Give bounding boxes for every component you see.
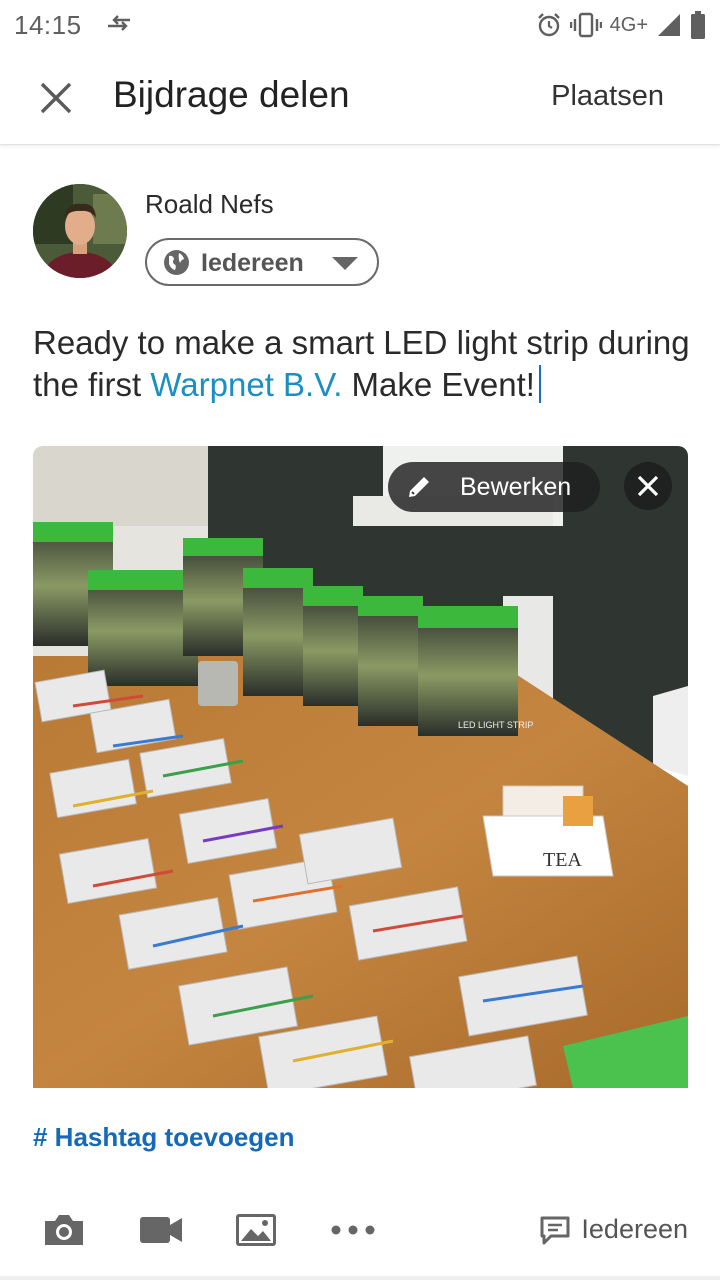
signal-icon (658, 14, 680, 36)
post-text-input[interactable]: Ready to make a smart LED light strip du… (33, 322, 703, 406)
vibrate-icon (569, 12, 602, 38)
camera-icon (45, 1215, 83, 1245)
close-icon (637, 475, 659, 497)
avatar-image (33, 184, 127, 278)
app-header: Bijdrage delen Plaatsen (0, 50, 720, 145)
avatar (33, 184, 127, 278)
attached-photo[interactable]: LED LIGHT STRIP TEA (33, 446, 688, 1088)
text-cursor (538, 365, 541, 403)
network-type: 4G+ (609, 13, 648, 36)
company-mention[interactable]: Warpnet B.V. (150, 366, 342, 403)
post-text-after: Make Event! (342, 366, 535, 403)
visibility-selector[interactable]: Iedereen (145, 238, 379, 286)
comment-visibility-label: Iedereen (581, 1214, 688, 1244)
video-button[interactable] (138, 1210, 184, 1250)
photo-scene: LED LIGHT STRIP TEA (33, 446, 688, 1088)
tea-label: TEA (543, 849, 582, 871)
pencil-icon (409, 477, 429, 497)
status-icons: 4G+ (536, 10, 706, 40)
bottom-toolbar: Iedereen (0, 1196, 720, 1270)
add-hashtag-link[interactable]: # Hashtag toevoegen (33, 1122, 295, 1153)
status-bar: 14:15 4G+ (0, 0, 720, 50)
camera-button[interactable] (42, 1210, 86, 1250)
photo-button[interactable] (235, 1210, 277, 1250)
globe-icon (164, 250, 189, 275)
close-icon (40, 82, 72, 114)
close-button[interactable] (34, 76, 78, 120)
post-button[interactable]: Plaatsen (551, 80, 664, 113)
chevron-down-icon (332, 257, 358, 270)
box-label: LED LIGHT STRIP (458, 720, 533, 730)
alarm-icon (537, 13, 560, 37)
page-title: Bijdrage delen (113, 74, 350, 115)
visibility-label: Iedereen (201, 249, 304, 277)
more-icon (331, 1225, 375, 1235)
comment-visibility-button[interactable]: Iedereen (539, 1214, 688, 1245)
metal-cup (198, 661, 238, 706)
video-icon (140, 1217, 182, 1243)
bottom-divider (0, 1276, 720, 1280)
battery-icon (691, 11, 705, 39)
status-time: 14:15 (14, 10, 82, 40)
author-name: Roald Nefs (145, 189, 274, 219)
more-options-button[interactable] (330, 1210, 376, 1250)
edit-photo-label: Bewerken (460, 473, 572, 501)
photo-icon (236, 1214, 276, 1246)
comment-icon (540, 1216, 570, 1244)
edit-photo-button[interactable]: Bewerken (388, 462, 600, 512)
data-saver-icon (108, 15, 130, 31)
remove-photo-button[interactable] (624, 462, 672, 510)
